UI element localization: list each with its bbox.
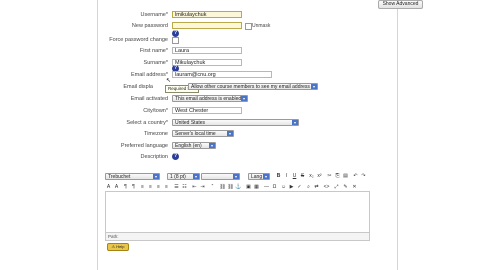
dropdown-arrow-icon: ▾ [153,174,159,179]
emoticon-icon[interactable]: ☺ [280,184,287,191]
city-label: City/town* [143,108,168,114]
link-icon[interactable]: ⛓ [219,184,226,191]
email-label: Email address* [131,72,168,78]
ltr-icon[interactable]: ¶ [122,184,129,191]
email-input[interactable]: lauram@cnu.org [172,71,272,78]
redo-icon[interactable]: ↷ [360,173,367,180]
description-editor[interactable] [105,191,370,233]
spellcheck-icon[interactable]: ✓ [296,184,303,191]
help-button[interactable]: ⚠ Help [107,243,129,251]
image-icon[interactable]: ▣ [245,184,252,191]
lang-value: Lang [251,174,263,180]
username-label: Username* [140,12,168,18]
unmask-checkbox[interactable] [245,23,252,30]
search-icon[interactable]: ⌕ [305,184,312,191]
country-select[interactable]: United States ▾ [172,119,299,126]
dropdown-arrow-icon: ▾ [263,174,269,179]
outdent-icon[interactable]: ⇤ [191,184,198,191]
italic-icon[interactable]: I [283,173,290,180]
align-left-icon[interactable]: ≡ [139,184,146,191]
language-value: English (en) [175,143,202,149]
strikethrough-icon[interactable]: S [299,173,306,180]
paragraph-select[interactable]: ▾ [201,173,240,180]
media-icon[interactable]: ▶ [288,184,295,191]
blockquote-icon[interactable]: “ [209,184,216,191]
username-input[interactable]: lmikulaychuk [172,11,242,18]
dropdown-arrow-icon: ▾ [311,84,317,89]
bold-icon[interactable]: B [275,173,282,180]
country-label: Select a country* [126,120,168,126]
font-family-value: Trebuchet [108,174,131,180]
help-icon[interactable]: ? [172,30,179,37]
dropdown-arrow-icon: ▾ [241,96,247,101]
surname-label: Surname* [143,60,168,66]
city-input[interactable]: West Chester [172,107,242,114]
cleanup-icon[interactable]: ✎ [342,184,349,191]
background-color-icon[interactable]: A [113,184,120,191]
table-icon[interactable]: ▦ [253,184,260,191]
html-source-icon[interactable]: <> [323,184,330,191]
font-size-select[interactable]: 1 (8 pt) ▾ [167,173,200,180]
timezone-label: Timezone [144,131,168,137]
dropdown-arrow-icon: ▾ [227,131,233,136]
help-icon[interactable]: ? [172,153,179,160]
fullscreen-icon[interactable]: ⤢ [333,184,340,191]
force-password-label: Force password change [109,37,168,43]
copy-icon[interactable]: ⎘ [334,173,341,180]
numbered-list-icon[interactable]: ☰ [173,184,180,191]
underline-icon[interactable]: U [291,173,298,180]
unlink-icon[interactable]: ⛓ [227,184,234,191]
email-display-label: Email displa [123,84,153,90]
subscript-icon[interactable]: x₂ [308,173,315,180]
font-size-value: 1 (8 pt) [170,174,186,180]
editor-path-bar: Path: [105,233,370,241]
language-label: Preferred language [120,143,168,149]
font-family-select[interactable]: Trebuchet ▾ [105,173,160,180]
bullet-list-icon[interactable]: ☷ [181,184,188,191]
text-color-icon[interactable]: A [105,184,112,191]
email-activated-select[interactable]: This email address is enabled ▾ [172,95,248,102]
timezone-select[interactable]: Server's local time ▾ [172,130,234,137]
rtl-icon[interactable]: ¶ [130,184,137,191]
dropdown-arrow-icon: ▾ [292,120,298,125]
dropdown-arrow-icon: ▾ [193,174,199,179]
new-password-input[interactable] [172,22,242,29]
indent-icon[interactable]: ⇥ [199,184,206,191]
justify-icon[interactable]: ≡ [163,184,170,191]
horizontal-rule-icon[interactable]: ― [263,184,270,191]
special-char-icon[interactable]: Ω [271,184,278,191]
paste-icon[interactable]: ▤ [342,173,349,180]
anchor-icon[interactable]: ⚓ [235,184,242,191]
description-label: Description [140,154,168,160]
first-name-label: First name* [139,48,168,54]
editor-toolbar-row-1: Trebuchet ▾ 1 (8 pt) ▾ ▾ Lang ▾ B I U S x₂ … [105,173,370,181]
new-password-label: New password [131,23,168,29]
toggle-editor-icon[interactable]: ✕ [351,184,358,191]
dropdown-arrow-icon: ▾ [209,143,215,148]
show-advanced-button[interactable]: Show Advanced [378,0,423,9]
force-password-checkbox[interactable] [172,37,179,44]
cut-icon[interactable]: ✂ [326,173,333,180]
country-value: United States [175,120,206,126]
email-display-select[interactable]: Allow other course members to see my ema… [188,83,318,90]
timezone-value: Server's local time [175,131,216,137]
align-right-icon[interactable]: ≡ [155,184,162,191]
undo-icon[interactable]: ↶ [352,173,359,180]
lang-select[interactable]: Lang ▾ [248,173,270,180]
surname-input[interactable]: Mikulaychuk [172,59,242,66]
email-activated-value: This email address is enabled [175,96,242,102]
first-name-input[interactable]: Laura [172,47,242,54]
dropdown-arrow-icon: ▾ [233,174,239,179]
language-select[interactable]: English (en) ▾ [172,142,216,149]
superscript-icon[interactable]: x² [316,173,323,180]
replace-icon[interactable]: ⇄ [313,184,320,191]
email-display-value: Allow other course members to see my ema… [191,84,310,90]
unmask-label: Unmask [252,23,271,29]
mouse-cursor-icon: ↖ [166,78,172,84]
email-activated-label: Email activated [130,96,168,102]
align-center-icon[interactable]: ≡ [147,184,154,191]
